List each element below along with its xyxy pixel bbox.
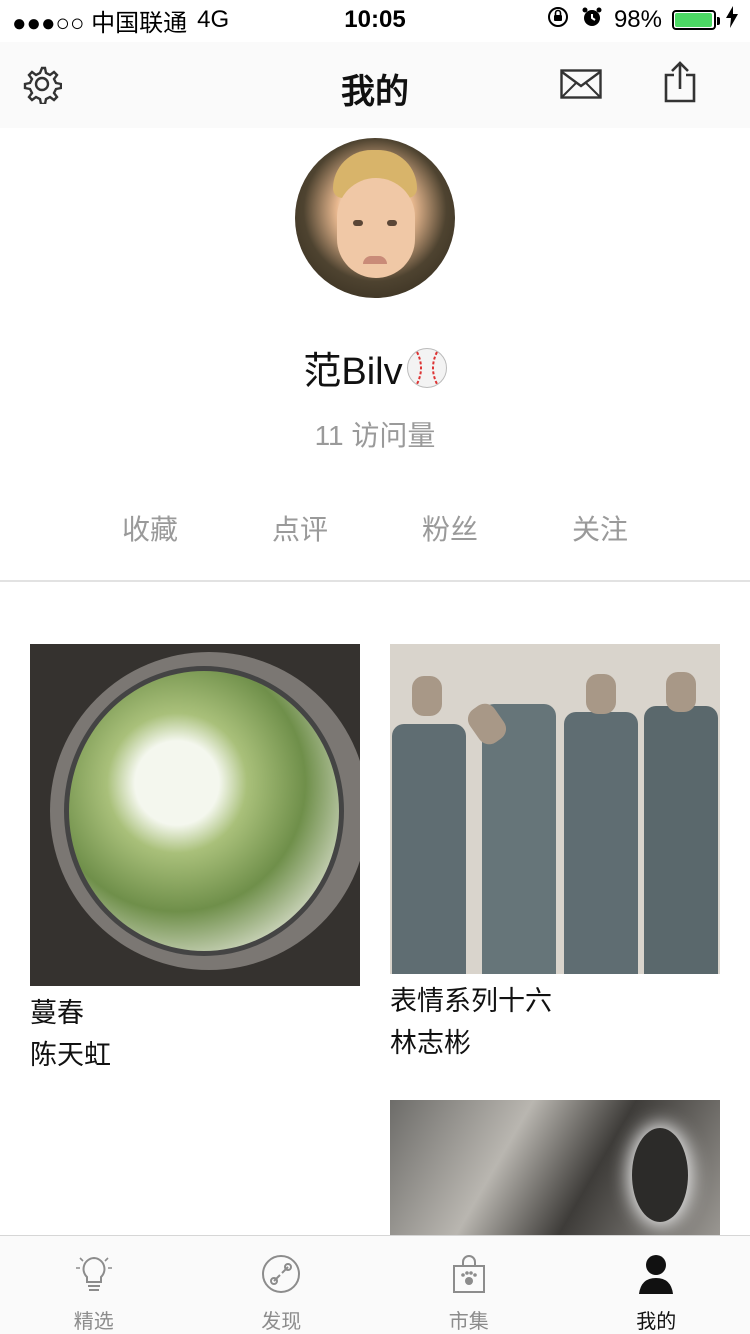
status-time: 10:05: [344, 6, 406, 33]
figure-shape: [564, 712, 638, 974]
figure-head-shape: [412, 676, 442, 716]
artwork-card[interactable]: [390, 1100, 720, 1240]
lightbulb-icon: [72, 1254, 116, 1299]
tab-favorites[interactable]: 收藏: [75, 508, 225, 548]
profile-tabs: 收藏 点评 粉丝 关注: [75, 508, 675, 548]
figure-head-shape: [586, 674, 616, 714]
artwork-trees-shape: [64, 666, 344, 956]
bottom-tab-bar: 精选 发现 市集 我的: [0, 1235, 750, 1334]
artwork-image: [30, 644, 360, 986]
tabbar-item-featured[interactable]: 精选: [0, 1236, 188, 1334]
tabbar-item-market[interactable]: 市集: [375, 1236, 563, 1334]
mail-icon: [560, 68, 602, 104]
nav-bar: 我的: [0, 42, 750, 128]
figure-head-shape: [666, 672, 696, 712]
artwork-oval-shape: [632, 1128, 688, 1222]
figure-shape: [482, 704, 556, 974]
tabbar-label: 精选: [73, 1311, 114, 1333]
avatar-eye-right: [387, 220, 397, 226]
tabbar-label: 市集: [448, 1311, 489, 1333]
person-icon: [636, 1254, 676, 1299]
figure-shape: [644, 706, 718, 974]
tab-reviews[interactable]: 点评: [225, 508, 375, 548]
avatar-eye-left: [353, 220, 363, 226]
battery-icon: [672, 10, 720, 30]
username-text: 范Bilv: [303, 351, 403, 393]
tabbar-label: 我的: [636, 1311, 677, 1333]
artwork-title: 蔓春: [30, 998, 84, 1028]
share-button[interactable]: [658, 60, 702, 108]
section-divider: [0, 580, 750, 582]
artwork-card[interactable]: 表情系列十六 林志彬: [390, 644, 720, 1064]
baseball-icon: [406, 347, 447, 388]
status-bar: ●●●○○ 中国联通 4G 10:05 98%: [0, 0, 750, 40]
artwork-image: [390, 644, 720, 974]
share-icon: [663, 60, 697, 108]
page-title: 我的: [341, 73, 409, 111]
tabbar-label: 发现: [261, 1311, 302, 1333]
artwork-image: [390, 1100, 720, 1240]
tab-fans[interactable]: 粉丝: [375, 508, 525, 548]
artwork-card[interactable]: 蔓春 陈天虹: [30, 644, 360, 1076]
avatar-mouth: [363, 256, 387, 264]
figure-shape: [392, 724, 466, 974]
shopping-bag-icon: [449, 1254, 489, 1299]
compass-icon: [261, 1254, 301, 1299]
tab-following[interactable]: 关注: [525, 508, 675, 548]
avatar[interactable]: [295, 138, 455, 298]
mail-button[interactable]: [558, 64, 604, 108]
visit-count: 11 访问量: [314, 420, 436, 451]
artwork-title: 表情系列十六: [390, 986, 552, 1016]
tabbar-item-mine[interactable]: 我的: [563, 1236, 750, 1334]
artwork-artist: 陈天虹: [30, 1040, 111, 1070]
artwork-artist: 林志彬: [390, 1028, 471, 1058]
tabbar-item-discover[interactable]: 发现: [188, 1236, 376, 1334]
username: 范Bilv: [0, 340, 750, 395]
